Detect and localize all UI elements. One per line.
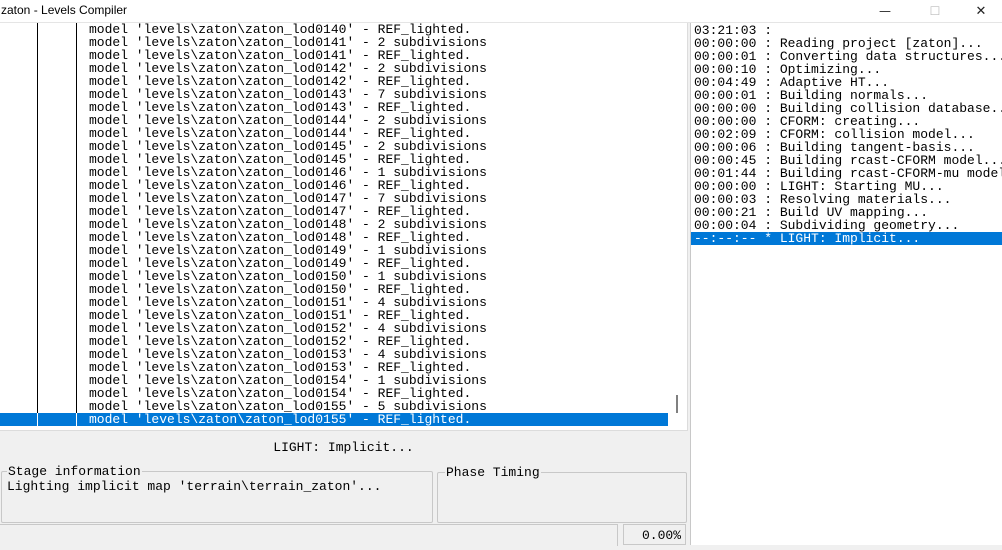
log-line[interactable]: model 'levels\zaton\zaton_lod0155' - REF… xyxy=(0,413,668,426)
stage-information-text: Lighting implicit map 'terrain\terrain_z… xyxy=(7,479,382,494)
tree-guide-line xyxy=(76,218,77,231)
tree-guide-line xyxy=(37,62,38,75)
status-bar xyxy=(0,524,618,546)
tree-guide-line xyxy=(76,23,77,36)
tree-guide-line xyxy=(76,36,77,49)
levels-compiler-window: zaton - Levels Compiler — ☐ ✕ model 'lev… xyxy=(0,0,1002,550)
tree-guide-line xyxy=(76,335,77,348)
tree-guide-line xyxy=(76,400,77,413)
tree-guide-line xyxy=(76,309,77,322)
tree-guide-line xyxy=(37,296,38,309)
tree-guide-line xyxy=(37,140,38,153)
tree-guide-line xyxy=(76,114,77,127)
log-scrollbar-thumb[interactable] xyxy=(676,395,678,413)
tree-guide-line xyxy=(76,166,77,179)
tree-guide-line xyxy=(76,296,77,309)
minimize-button[interactable]: — xyxy=(862,0,908,22)
timing-log-list[interactable]: 03:21:03 :00:00:00 : Reading project [za… xyxy=(690,23,1002,545)
close-icon: ✕ xyxy=(975,3,987,19)
tree-guide-line xyxy=(37,49,38,62)
tree-guide-line xyxy=(76,348,77,361)
tree-guide-line xyxy=(37,348,38,361)
log-line-text: model 'levels\zaton\zaton_lod0155' - REF… xyxy=(89,412,472,427)
tree-guide-line xyxy=(76,62,77,75)
tree-guide-line xyxy=(76,374,77,387)
phase-timing-title: Phase Timing xyxy=(445,465,541,480)
tree-guide-line xyxy=(76,88,77,101)
tree-guide-line xyxy=(37,179,38,192)
tree-guide-line xyxy=(37,244,38,257)
phase-timing-group: Phase Timing xyxy=(437,465,687,523)
tree-guide-line xyxy=(37,413,38,426)
progress-percent: 0.00% xyxy=(623,524,686,545)
tree-guide-line xyxy=(37,374,38,387)
timing-log-line[interactable]: --:--:-- * LIGHT: Implicit... xyxy=(691,232,1002,245)
tree-guide-line xyxy=(76,322,77,335)
tree-guide-line xyxy=(37,361,38,374)
tree-guide-line xyxy=(37,231,38,244)
stage-information-group: Stage information Lighting implicit map … xyxy=(1,464,433,523)
maximize-button[interactable]: ☐ xyxy=(912,0,958,22)
tree-guide-line xyxy=(76,257,77,270)
tree-guide-line xyxy=(76,270,77,283)
tree-guide-line xyxy=(37,257,38,270)
tree-guide-line xyxy=(37,387,38,400)
tree-guide-line xyxy=(37,101,38,114)
tree-guide-line xyxy=(37,23,38,36)
tree-guide-line xyxy=(37,322,38,335)
build-log-list[interactable]: model 'levels\zaton\zaton_lod0140' - REF… xyxy=(0,23,688,431)
tree-guide-line xyxy=(37,335,38,348)
tree-guide-line xyxy=(37,192,38,205)
tree-guide-line xyxy=(37,218,38,231)
tree-guide-line xyxy=(76,231,77,244)
tree-guide-line xyxy=(76,361,77,374)
tree-guide-line xyxy=(76,153,77,166)
close-button[interactable]: ✕ xyxy=(958,0,1002,22)
tree-guide-line xyxy=(37,270,38,283)
title-bar[interactable]: zaton - Levels Compiler — ☐ ✕ xyxy=(0,0,1002,23)
tree-guide-line xyxy=(76,49,77,62)
tree-guide-line xyxy=(76,205,77,218)
tree-guide-line xyxy=(37,88,38,101)
current-phase-label: LIGHT: Implicit... xyxy=(273,440,414,455)
tree-guide-line xyxy=(37,75,38,88)
tree-guide-line xyxy=(76,75,77,88)
log-scrollbar[interactable] xyxy=(669,23,686,430)
tree-guide-line xyxy=(37,127,38,140)
tree-guide-line xyxy=(76,413,77,426)
tree-guide-line xyxy=(76,192,77,205)
tree-guide-line xyxy=(37,309,38,322)
tree-guide-line xyxy=(76,140,77,153)
minimize-icon: — xyxy=(879,4,891,18)
window-title: zaton - Levels Compiler xyxy=(1,3,128,17)
tree-guide-line xyxy=(37,36,38,49)
tree-guide-line xyxy=(76,244,77,257)
tree-guide-line xyxy=(37,114,38,127)
maximize-icon: ☐ xyxy=(929,4,941,18)
tree-guide-line xyxy=(76,101,77,114)
tree-guide-line xyxy=(76,387,77,400)
stage-information-title: Stage information xyxy=(7,464,142,479)
tree-guide-line xyxy=(76,179,77,192)
tree-guide-line xyxy=(76,127,77,140)
tree-guide-line xyxy=(37,205,38,218)
tree-guide-line xyxy=(37,283,38,296)
tree-guide-line xyxy=(76,283,77,296)
tree-guide-line xyxy=(37,166,38,179)
tree-guide-line xyxy=(37,400,38,413)
tree-guide-line xyxy=(37,153,38,166)
